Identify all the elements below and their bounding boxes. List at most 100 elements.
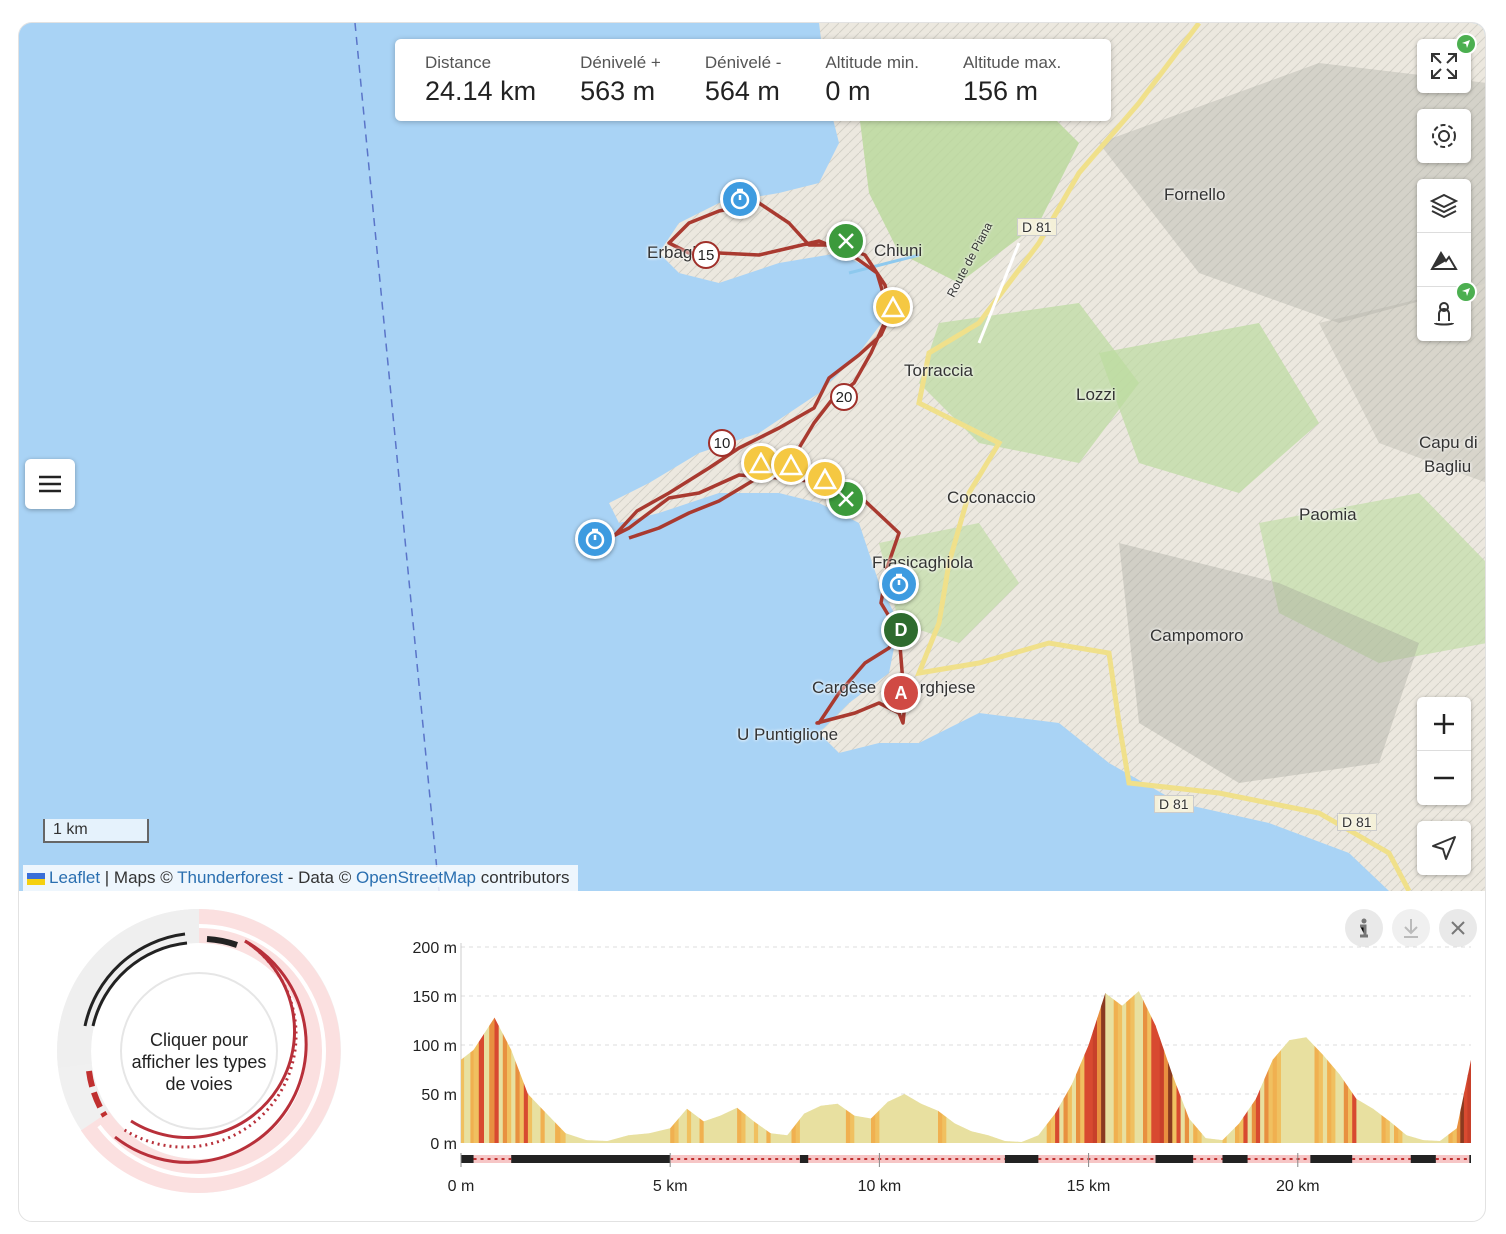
scale-bar: 1 km <box>43 819 149 843</box>
zoom-out-button[interactable] <box>1417 751 1471 805</box>
profile-stripe <box>1281 991 1286 1143</box>
stopwatch-icon <box>585 528 605 550</box>
y-tick-label: 50 m <box>421 1087 457 1104</box>
profile-stripe <box>816 991 822 1143</box>
warning-icon <box>813 468 837 490</box>
settings-button[interactable] <box>1417 109 1471 163</box>
profile-stripe <box>904 991 910 1143</box>
stat-value: 156 m <box>962 76 1039 106</box>
start-marker[interactable]: D <box>881 610 921 650</box>
gps-badge-icon <box>1455 281 1477 303</box>
road-label: D 81 <box>1017 218 1057 236</box>
stat-distance: Distance 24.14 km <box>425 53 536 121</box>
profile-stripe <box>720 991 726 1143</box>
stat-value: 563 m <box>580 76 656 106</box>
profile-stripe <box>1155 991 1161 1143</box>
profile-stripe <box>912 991 918 1143</box>
place-label: Bagliu <box>1424 457 1472 476</box>
profile-stripe <box>1184 991 1190 1143</box>
timer-marker[interactable] <box>720 179 760 219</box>
leaflet-link[interactable]: Leaflet <box>49 868 100 887</box>
stat-label: Distance <box>425 53 492 72</box>
profile-stripe <box>1000 991 1006 1143</box>
profile-stripe <box>1159 991 1165 1143</box>
warning-marker[interactable] <box>805 459 845 499</box>
zoom-control <box>1417 697 1471 805</box>
zoom-in-button[interactable] <box>1417 697 1471 751</box>
ukraine-flag-icon <box>27 872 45 885</box>
profile-stripe <box>1360 991 1366 1143</box>
profile-stripe <box>489 991 495 1143</box>
gps-badge-icon <box>1455 33 1477 55</box>
profile-stripe <box>1126 991 1131 1143</box>
place-label: Lozzi <box>1076 385 1116 404</box>
road-label: D 81 <box>1154 795 1194 813</box>
profile-stripe <box>808 991 813 1143</box>
openstreetmap-link[interactable]: OpenStreetMap <box>356 868 476 887</box>
minus-icon <box>1434 776 1454 780</box>
locate-control <box>1417 821 1471 875</box>
timer-marker[interactable] <box>879 564 919 604</box>
way-type-segment <box>473 1155 512 1163</box>
profile-stripe <box>1176 991 1182 1143</box>
warning-icon <box>749 452 773 474</box>
place-label: Chiuni <box>874 241 923 260</box>
attribution-text: - Data © <box>283 868 356 887</box>
x-tick-label: 15 km <box>1067 1178 1111 1195</box>
y-tick-label: 150 m <box>413 989 457 1006</box>
thunderforest-link[interactable]: Thunderforest <box>177 868 283 887</box>
y-tick-label: 200 m <box>413 940 457 957</box>
profile-stripe <box>1368 991 1374 1143</box>
profile-stripe <box>1092 991 1098 1143</box>
profile-stripe <box>478 991 485 1143</box>
street-view-button[interactable] <box>1417 281 1477 341</box>
layers-button[interactable] <box>1417 179 1471 233</box>
map-card: Fornello Chiuni D 81 D 81 D 81 Route de … <box>18 22 1486 1222</box>
hamburger-icon <box>39 475 61 493</box>
stat-altitude-min: Altitude min. 0 m <box>825 53 919 121</box>
profile-stripe <box>1272 991 1278 1143</box>
profile-stripe <box>1448 991 1454 1143</box>
attribution-text: contributors <box>476 868 570 887</box>
end-marker[interactable]: A <box>881 673 921 713</box>
timer-marker[interactable] <box>575 519 615 559</box>
profile-stripe <box>1143 991 1148 1143</box>
stat-label: Altitude max. <box>962 53 1062 72</box>
fork-knife-icon <box>838 233 854 249</box>
profile-stripe <box>1147 991 1152 1143</box>
restaurant-marker[interactable] <box>826 221 866 261</box>
place-label: Cargèse <box>812 678 877 697</box>
stat-value: 0 m <box>825 76 871 106</box>
menu-button[interactable] <box>25 459 75 509</box>
terrain-button[interactable] <box>1417 233 1471 287</box>
fullscreen-control <box>1417 33 1477 93</box>
expand-icon <box>1431 53 1457 79</box>
stat-label: Altitude min. <box>825 53 919 72</box>
profile-stripe <box>1302 991 1307 1143</box>
km-marker: 10 <box>708 429 736 457</box>
y-tick-label: 100 m <box>413 1038 457 1055</box>
way-types-hint[interactable]: Cliquer pour afficher les types de voies <box>123 1029 275 1095</box>
elevation-chart[interactable]: 200 m 150 m 100 m 50 m 0 m 0 m 5 km 10 km 15 km 2… <box>379 911 1479 1211</box>
map-view[interactable]: Fornello Chiuni D 81 D 81 D 81 Route de … <box>19 23 1485 891</box>
profile-stripe <box>1151 991 1156 1143</box>
settings-control <box>1417 109 1471 163</box>
attribution: Leaflet | Maps © Thunderforest - Data © … <box>23 865 578 891</box>
locate-button[interactable] <box>1417 821 1471 875</box>
profile-stripe <box>1285 991 1290 1143</box>
stat-value: 564 m <box>704 76 780 106</box>
x-tick-label: 20 km <box>1276 1178 1320 1195</box>
profile-stripe <box>1122 991 1127 1143</box>
profile-stripe <box>1306 991 1311 1143</box>
layers-icon <box>1429 193 1459 218</box>
gear-icon <box>1432 124 1456 148</box>
profile-stripe <box>728 991 734 1143</box>
profile-stripe <box>1289 991 1295 1143</box>
road-label: D 81 <box>1337 813 1377 831</box>
fullscreen-button[interactable] <box>1417 33 1477 93</box>
stat-label: Dénivelé + <box>580 53 661 72</box>
stopwatch-icon <box>889 573 909 595</box>
mountain-icon <box>1430 250 1458 270</box>
warning-marker[interactable] <box>873 287 913 327</box>
plus-icon <box>1434 713 1454 734</box>
